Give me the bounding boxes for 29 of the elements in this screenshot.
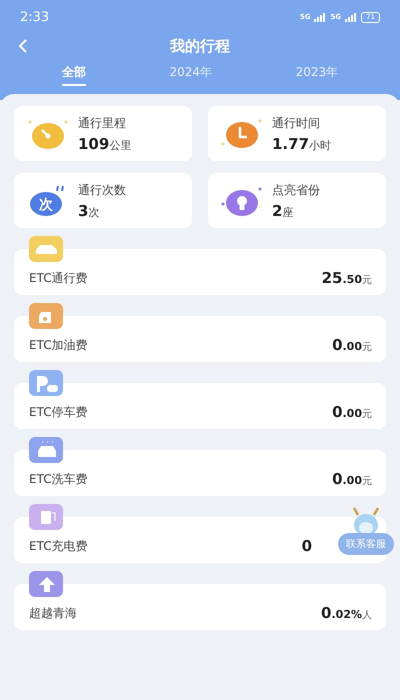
fee-card[interactable]: ETC通行费 25.50元 (14, 249, 386, 295)
stat-value: 2座 (272, 202, 294, 220)
status-time: 2:33 (20, 10, 50, 24)
fee-amount: 0.00元 (332, 403, 372, 421)
stat-value: 109公里 (78, 134, 132, 152)
fee-amount: 0.00元 (332, 336, 372, 354)
fee-label: ETC充电费 (29, 538, 88, 555)
stat-label: 通行里程 (78, 114, 127, 132)
stat-label: 点亮省份 (272, 182, 320, 198)
fee-label: ETC加油费 (29, 337, 88, 354)
stat-label: 通行时间 (272, 114, 321, 132)
fee-label: 超越青海 (29, 605, 77, 622)
fee-card[interactable]: 超越青海 0.02%人 (14, 584, 386, 630)
fee-card[interactable]: ETC停车费 0.00元 (14, 383, 386, 429)
signal-icon (314, 12, 326, 22)
fee-card[interactable]: ETC加油费 0.00元 (14, 316, 386, 362)
stat-label: 通行次数 (78, 182, 126, 198)
stat-value: 3次 (78, 202, 100, 220)
fee-amount: 0.02%人 (321, 604, 372, 622)
fee-amount: 0.00元 (332, 470, 372, 488)
fee-amount: 0 (302, 537, 312, 555)
fee-label: ETC洗车费 (29, 471, 88, 488)
stat-value: 1.77小时 (272, 134, 332, 152)
fee-card[interactable]: ETC洗车费 0.00元 (14, 450, 386, 496)
page-title: 我的行程 (168, 36, 231, 56)
signal-icon (345, 12, 358, 22)
fee-label: ETC停车费 (29, 404, 88, 421)
fee-amount: 25.50元 (322, 269, 372, 287)
fee-label: ETC通行费 (29, 270, 88, 287)
